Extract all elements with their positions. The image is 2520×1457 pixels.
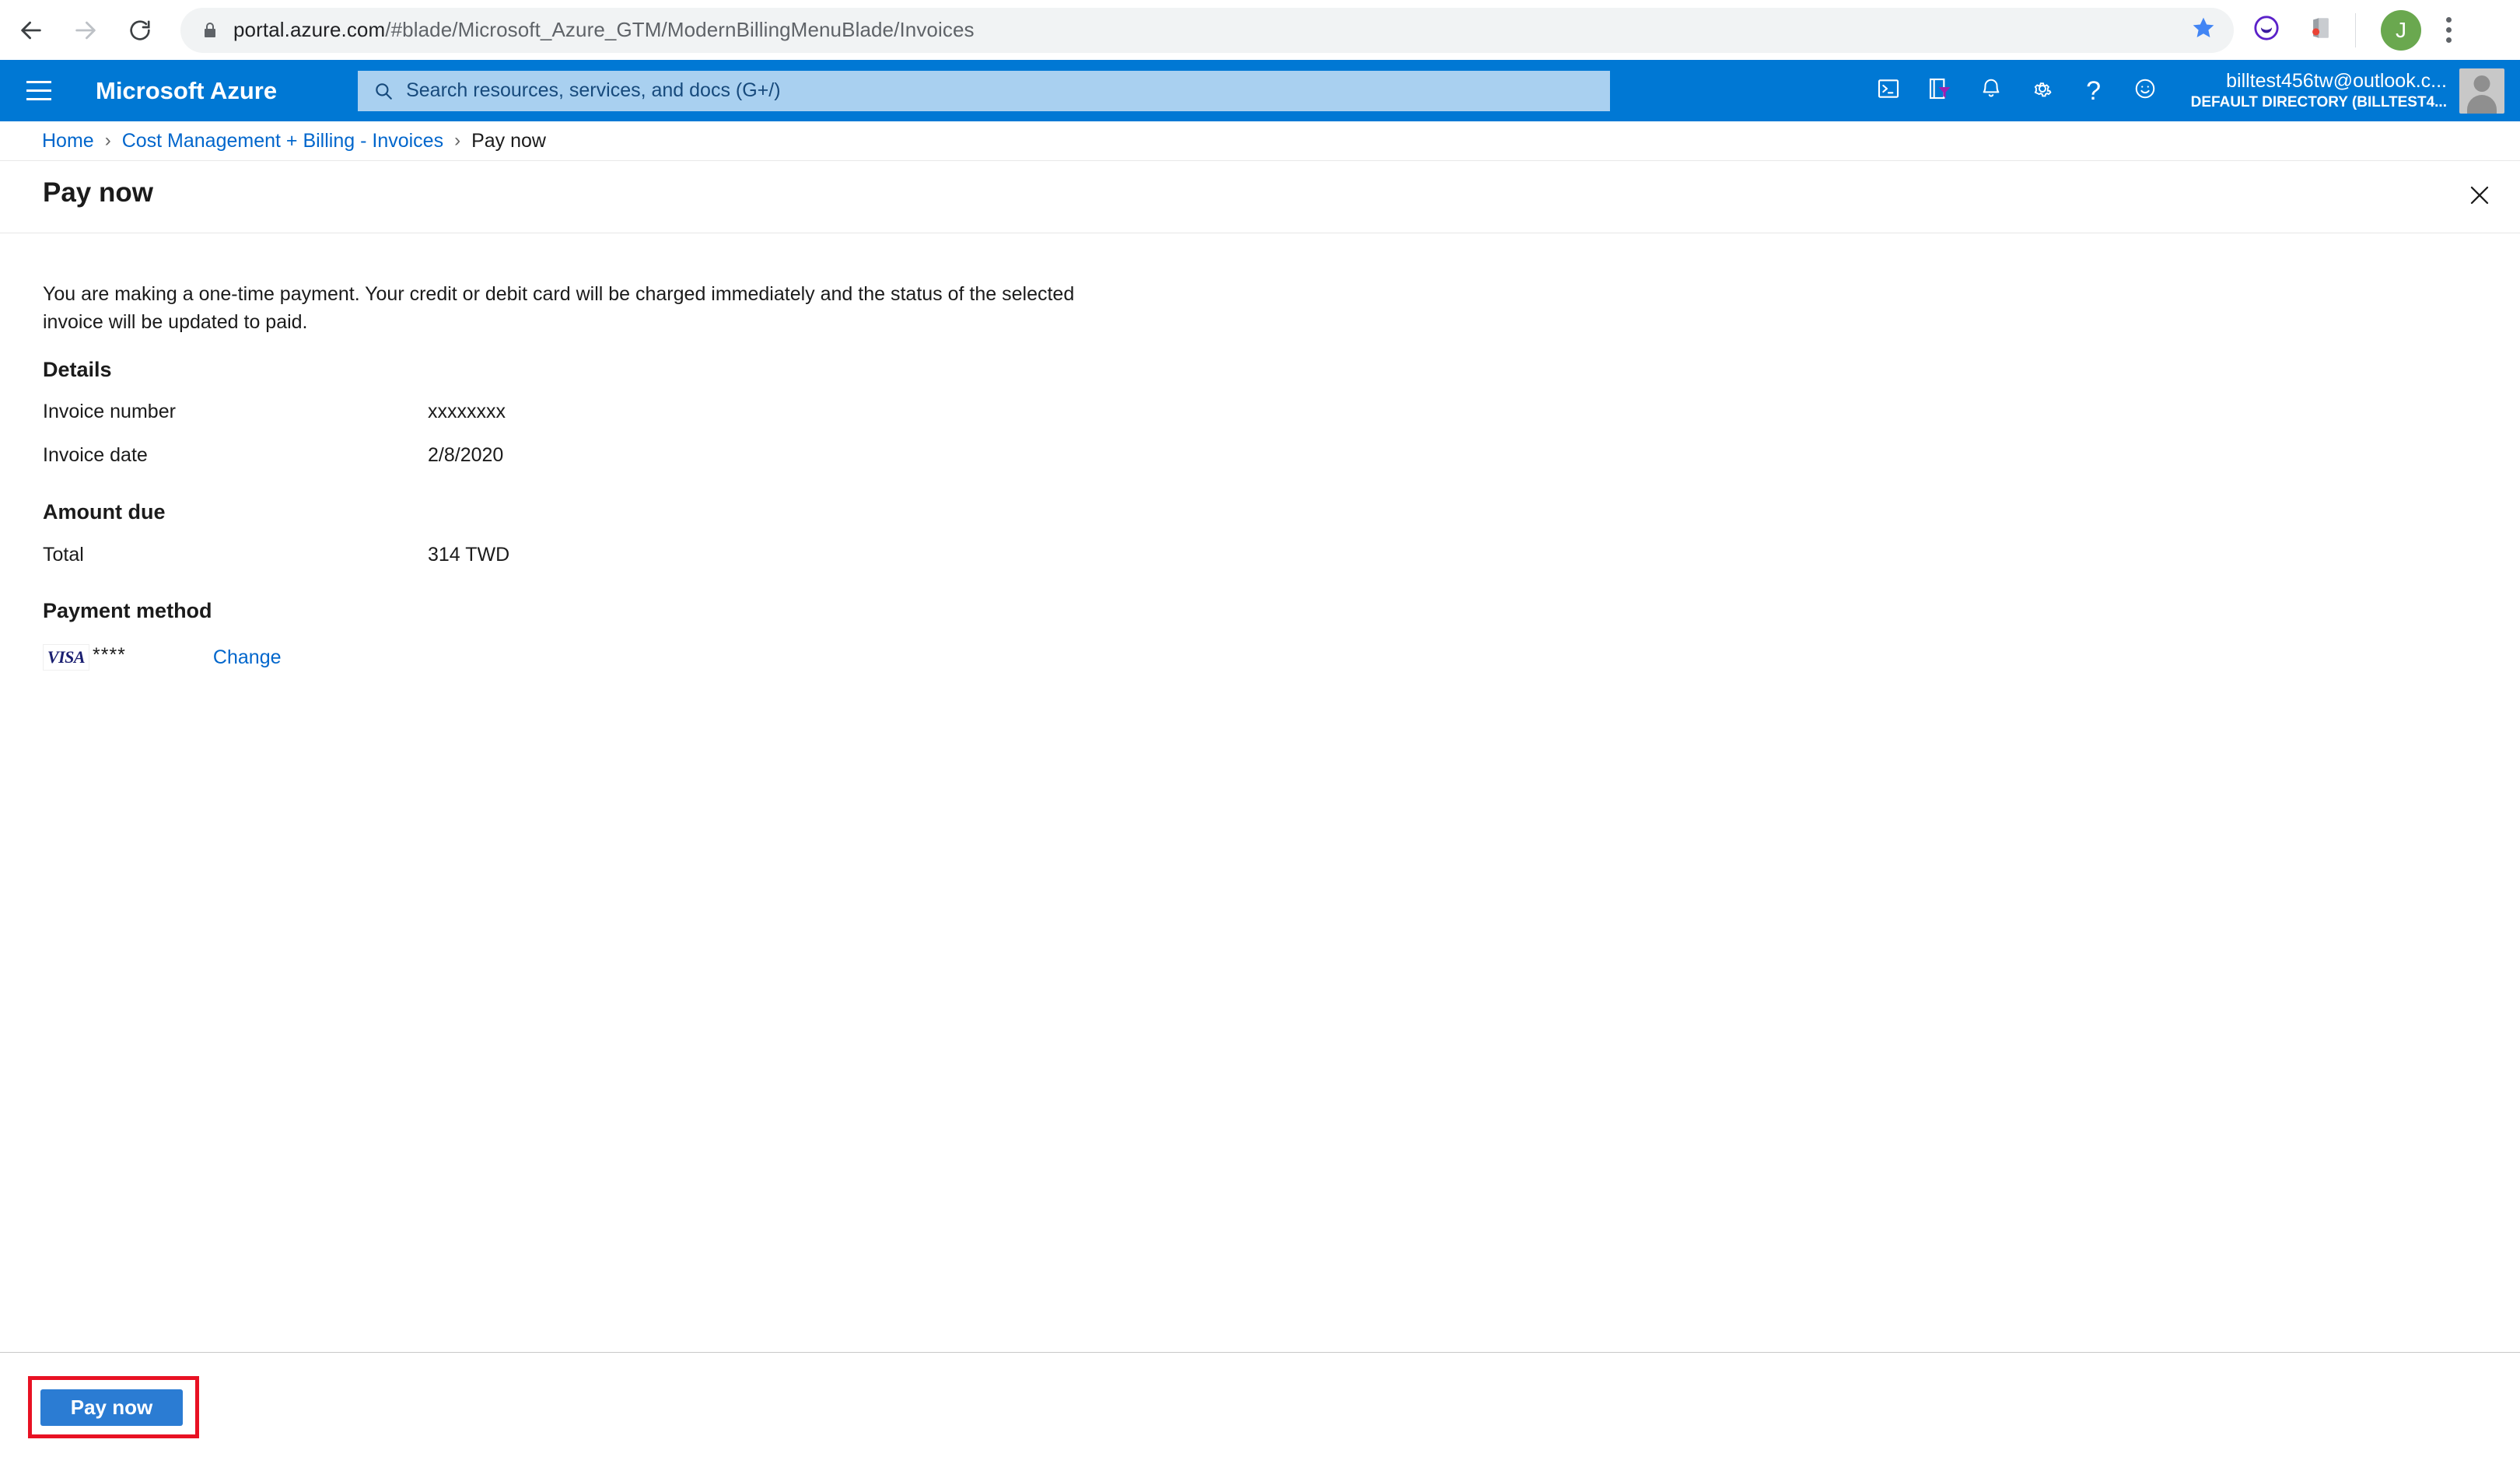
collections-extension-icon (2308, 15, 2334, 45)
reload-icon (128, 18, 152, 43)
value-total: 314 TWD (428, 544, 510, 566)
profile-button[interactable]: J (2379, 9, 2423, 52)
pay-now-button[interactable]: Pay now (40, 1389, 183, 1426)
back-button[interactable] (8, 7, 54, 54)
azure-header-actions: ? billtest456tw@outlook.c... DEFAULT DIR… (1863, 65, 2520, 117)
account-directory: DEFAULT DIRECTORY (BILLTEST4... (2190, 94, 2447, 111)
visa-logo-text: VISA (47, 647, 86, 667)
url-path: /#blade/Microsoft_Azure_GTM/ModernBillin… (385, 18, 975, 41)
label-invoice-date: Invoice date (43, 444, 148, 466)
browser-toolbar: portal.azure.com/#blade/Microsoft_Azure_… (0, 0, 2520, 60)
breadcrumb-item-cost-management-billing-invoices[interactable]: Cost Management + Billing - Invoices (122, 130, 443, 152)
breadcrumb: Home › Cost Management + Billing - Invoi… (0, 121, 2520, 161)
breadcrumb-separator: › (454, 130, 461, 151)
browser-menu-button[interactable] (2431, 9, 2466, 52)
bookmark-star-icon (2191, 16, 2216, 44)
purple-circle-extension-button[interactable] (2245, 9, 2288, 52)
card-number-mask: **** (93, 643, 126, 666)
payment-method-row: VISA **** Change (43, 644, 282, 671)
blade-content: You are making a one-time payment. Your … (0, 233, 2520, 1352)
reload-button[interactable] (117, 7, 163, 54)
search-placeholder: Search resources, services, and docs (G+… (406, 79, 781, 101)
section-heading-amount-due: Amount due (43, 500, 166, 524)
notifications-button[interactable] (1965, 65, 2017, 117)
search-input[interactable]: Search resources, services, and docs (G+… (358, 70, 1611, 111)
purple-circle-extension-icon (2253, 15, 2280, 45)
label-total: Total (43, 544, 84, 566)
account-info[interactable]: billtest456tw@outlook.c... DEFAULT DIREC… (2191, 69, 2447, 112)
three-dot-menu-icon (2445, 17, 2452, 43)
label-invoice-number: Invoice number (43, 401, 176, 422)
blade-header: Pay now (0, 161, 2520, 233)
feedback-smiley-icon (2133, 77, 2157, 104)
forward-arrow-icon (72, 17, 99, 44)
address-bar[interactable]: portal.azure.com/#blade/Microsoft_Azure_… (180, 7, 2234, 53)
section-heading-details: Details (43, 358, 112, 381)
toolbar-divider (2355, 12, 2356, 47)
forward-button (62, 7, 109, 54)
portal-menu-button[interactable] (17, 69, 61, 113)
lock-icon (201, 21, 219, 40)
settings-button[interactable] (2017, 65, 2068, 117)
collections-extension-button[interactable] (2299, 9, 2343, 52)
help-button[interactable]: ? (2068, 65, 2119, 117)
search-icon (373, 81, 394, 101)
account-email: billtest456tw@outlook.c... (2226, 70, 2447, 92)
payment-intro-text: You are making a one-time payment. Your … (43, 283, 1075, 334)
azure-brand-title[interactable]: Microsoft Azure (96, 77, 277, 105)
blade-action-bar: Pay now (0, 1352, 2520, 1457)
url-host: portal.azure.com (233, 18, 386, 41)
user-avatar-icon[interactable] (2459, 68, 2504, 114)
cloud-shell-button[interactable] (1863, 65, 1914, 117)
directory-filter-icon (1927, 76, 1952, 105)
browser-extensions-area: J (2234, 9, 2479, 52)
value-invoice-number: xxxxxxxx (428, 401, 506, 422)
hamburger-menu-icon (26, 81, 51, 100)
bookmark-button[interactable] (2184, 11, 2223, 50)
cloud-shell-icon (1876, 76, 1901, 105)
change-payment-method-link[interactable]: Change (213, 646, 282, 669)
value-invoice-date: 2/8/2020 (428, 444, 504, 466)
close-blade-button[interactable] (2458, 175, 2501, 219)
section-heading-payment-method: Payment method (43, 599, 212, 622)
directory-filter-button[interactable] (1914, 65, 1965, 117)
breadcrumb-item-pay-now: Pay now (471, 129, 546, 152)
profile-avatar: J (2381, 9, 2421, 51)
page-title: Pay now (43, 177, 153, 208)
help-question-icon: ? (2086, 75, 2102, 106)
breadcrumb-item-home[interactable]: Home (42, 130, 94, 152)
back-arrow-icon (18, 17, 44, 44)
azure-top-bar: Microsoft Azure Search resources, servic… (0, 60, 2520, 121)
breadcrumb-separator: › (104, 130, 111, 151)
visa-card-icon: VISA (43, 644, 89, 671)
close-x-icon (2468, 184, 2491, 211)
url-text: portal.azure.com/#blade/Microsoft_Azure_… (233, 18, 975, 42)
feedback-button[interactable] (2119, 65, 2171, 117)
notifications-bell-icon (1979, 77, 2003, 104)
settings-gear-icon (2031, 77, 2054, 104)
